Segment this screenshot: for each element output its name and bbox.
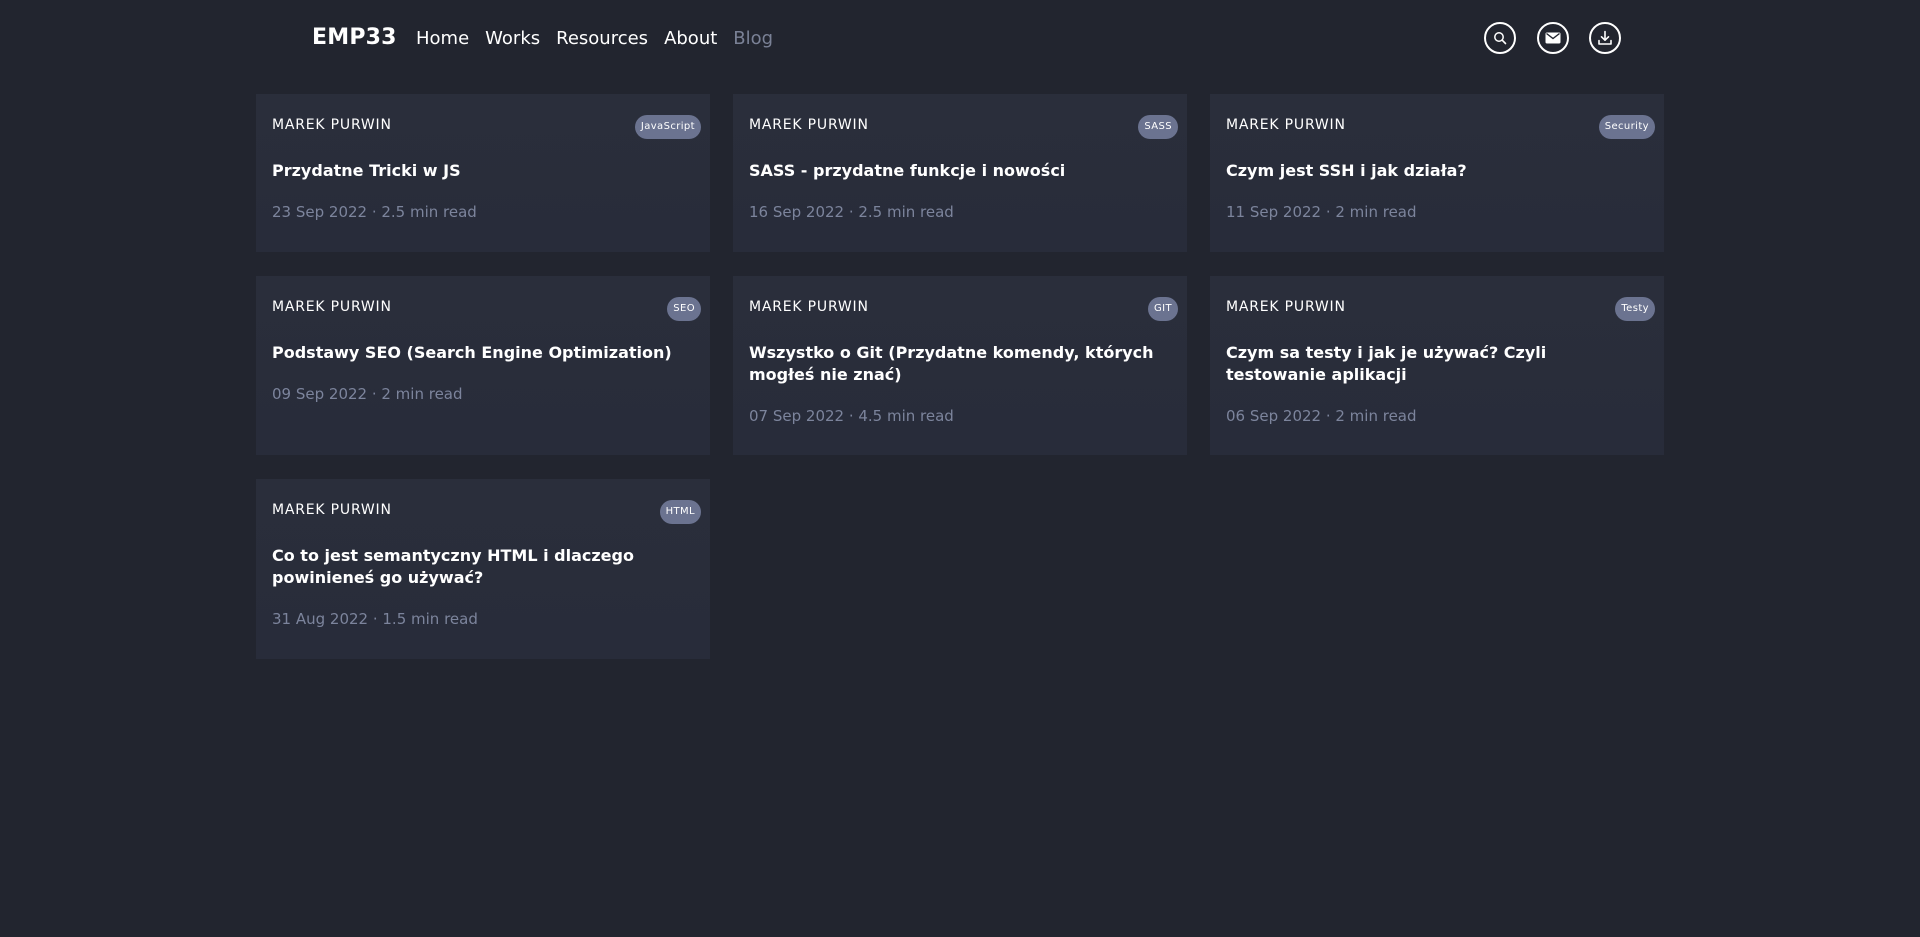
post-card[interactable]: MAREK PURWIN SASS SASS - przydatne funkc…	[733, 94, 1187, 252]
post-title[interactable]: SASS - przydatne funkcje i nowości	[749, 160, 1169, 182]
post-meta: 07 Sep 2022 · 4.5 min read	[749, 407, 954, 425]
contact-button[interactable]	[1537, 22, 1569, 54]
post-tag[interactable]: JavaScript	[634, 115, 701, 139]
post-author: MAREK PURWIN	[749, 117, 869, 133]
post-title[interactable]: Czym jest SSH i jak działa?	[1226, 160, 1646, 182]
post-title[interactable]: Podstawy SEO (Search Engine Optimization…	[272, 342, 692, 364]
post-title[interactable]: Przydatne Tricki w JS	[272, 160, 692, 182]
main-nav: Home Works Resources About Blog	[416, 27, 773, 51]
post-card[interactable]: MAREK PURWIN GIT Wszystko o Git (Przydat…	[733, 276, 1187, 455]
post-author: MAREK PURWIN	[1226, 299, 1346, 315]
post-tag[interactable]: SASS	[1138, 115, 1178, 139]
post-card[interactable]: MAREK PURWIN Security Czym jest SSH i ja…	[1210, 94, 1664, 252]
nav-item-blog[interactable]: Blog	[733, 27, 773, 51]
search-button[interactable]	[1484, 22, 1516, 54]
post-tag[interactable]: Testy	[1615, 297, 1655, 321]
post-tag[interactable]: SEO	[667, 297, 701, 321]
site-logo[interactable]: EMP33	[312, 25, 397, 50]
download-button[interactable]	[1589, 22, 1621, 54]
post-title[interactable]: Wszystko o Git (Przydatne komendy, który…	[749, 342, 1169, 386]
post-meta: 23 Sep 2022 · 2.5 min read	[272, 203, 477, 221]
site-header: EMP33 Home Works Resources About Blog	[0, 0, 1920, 80]
post-card[interactable]: MAREK PURWIN SEO Podstawy SEO (Search En…	[256, 276, 710, 455]
nav-item-home[interactable]: Home	[416, 27, 469, 51]
nav-item-about[interactable]: About	[664, 27, 717, 51]
post-meta: 31 Aug 2022 · 1.5 min read	[272, 610, 478, 628]
post-card[interactable]: MAREK PURWIN HTML Co to jest semantyczny…	[256, 479, 710, 659]
post-author: MAREK PURWIN	[749, 299, 869, 315]
post-card[interactable]: MAREK PURWIN Testy Czym sa testy i jak j…	[1210, 276, 1664, 455]
mail-icon	[1545, 32, 1561, 44]
post-tag[interactable]: HTML	[659, 500, 701, 524]
post-title[interactable]: Czym sa testy i jak je używać? Czyli tes…	[1226, 342, 1646, 386]
post-author: MAREK PURWIN	[272, 502, 392, 518]
post-tag[interactable]: GIT	[1147, 297, 1178, 321]
post-author: MAREK PURWIN	[1226, 117, 1346, 133]
post-author: MAREK PURWIN	[272, 117, 392, 133]
nav-item-works[interactable]: Works	[485, 27, 540, 51]
post-meta: 11 Sep 2022 · 2 min read	[1226, 203, 1417, 221]
search-icon	[1494, 32, 1507, 45]
post-author: MAREK PURWIN	[272, 299, 392, 315]
nav-item-resources[interactable]: Resources	[556, 27, 648, 51]
post-meta: 06 Sep 2022 · 2 min read	[1226, 407, 1417, 425]
post-grid: MAREK PURWIN JavaScript Przydatne Tricki…	[256, 94, 1664, 659]
post-title[interactable]: Co to jest semantyczny HTML i dlaczego p…	[272, 545, 692, 589]
post-card[interactable]: MAREK PURWIN JavaScript Przydatne Tricki…	[256, 94, 710, 252]
download-icon	[1598, 30, 1612, 45]
post-meta: 09 Sep 2022 · 2 min read	[272, 385, 463, 403]
post-tag[interactable]: Security	[1598, 115, 1655, 139]
post-meta: 16 Sep 2022 · 2.5 min read	[749, 203, 954, 221]
